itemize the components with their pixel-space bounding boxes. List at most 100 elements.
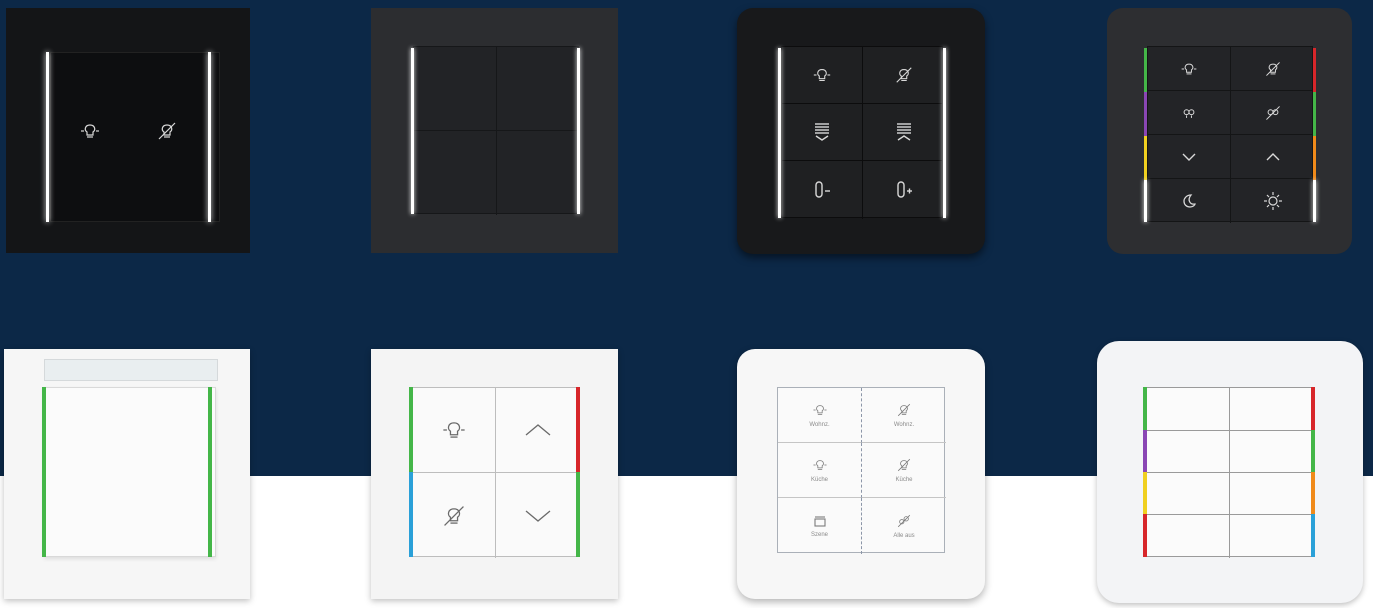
switch-white-6gang-labels[interactable]: Wohnz. Wohnz. Küche Küche Szene Alle aus <box>737 349 985 599</box>
led-strip-right-4 <box>1311 514 1315 557</box>
key-blind-up[interactable] <box>863 104 944 161</box>
rocker-grid <box>411 387 580 558</box>
key-up[interactable] <box>1231 135 1314 179</box>
blind-down-icon <box>812 121 832 143</box>
switch-dark-8gang-color[interactable] <box>1107 8 1352 254</box>
led-strip-right-2 <box>1311 430 1315 472</box>
key-lights-group-on[interactable] <box>1148 91 1231 135</box>
key-temp-minus[interactable] <box>782 161 863 219</box>
chevron-up-icon <box>1264 151 1282 163</box>
key-top-right[interactable] <box>497 47 580 131</box>
led-strip-left-1 <box>1143 387 1147 430</box>
key-r3-right[interactable] <box>1230 473 1314 515</box>
led-strip-right-1 <box>1311 387 1315 430</box>
led-strip-left-2 <box>1143 430 1147 472</box>
light-on-icon <box>812 402 828 418</box>
light-off-icon <box>1264 60 1282 78</box>
key-label: Wohnz. <box>809 422 830 428</box>
led-strip-left-4 <box>1144 180 1147 222</box>
light-off-icon <box>156 120 178 142</box>
light-off-icon <box>896 402 912 418</box>
light-off-icon <box>441 503 467 529</box>
lights-all-off-icon <box>896 513 912 529</box>
switch-black-6gang-icons[interactable] <box>737 8 985 254</box>
key-temp-plus[interactable] <box>863 161 944 219</box>
key-blind-down[interactable] <box>782 104 863 161</box>
led-strip-right <box>208 387 212 557</box>
key-kitchen-light-off[interactable]: Küche <box>862 443 946 498</box>
switch-white-4gang-icons[interactable] <box>371 349 618 599</box>
thermometer-minus-icon <box>811 179 833 201</box>
light-off-icon <box>896 457 912 473</box>
key-down[interactable] <box>1148 135 1231 179</box>
blind-up-icon <box>894 121 914 143</box>
rocker-grid <box>781 46 944 219</box>
clapperboard-icon <box>813 514 827 528</box>
switch-dark-4gang[interactable] <box>371 8 618 253</box>
key-lights-group-off[interactable] <box>1231 91 1314 135</box>
rocker-grid <box>1147 46 1314 223</box>
key-r2-left[interactable] <box>1146 431 1230 473</box>
rocker[interactable] <box>50 52 220 222</box>
key-living-light-on[interactable]: Wohnz. <box>778 388 862 443</box>
thermometer-plus-icon <box>893 179 915 201</box>
key-r3-left[interactable] <box>1146 473 1230 515</box>
switch-black-glass-1gang[interactable] <box>6 8 250 253</box>
key-down[interactable] <box>496 473 580 558</box>
light-on-icon <box>1180 60 1198 78</box>
led-strip-right <box>208 52 211 222</box>
key-light-off[interactable] <box>863 47 944 104</box>
led-strip-right-2 <box>576 472 580 557</box>
led-strip-left-3 <box>1143 472 1147 514</box>
key-label: Szene <box>810 532 828 538</box>
key-label: Küche <box>895 477 913 483</box>
led-strip-right-1 <box>1313 48 1316 92</box>
chevron-down-icon <box>524 508 552 524</box>
light-off-icon <box>894 65 914 85</box>
key-r4-right[interactable] <box>1230 515 1314 558</box>
key-up[interactable] <box>496 388 580 473</box>
rocker-grid <box>1145 387 1314 558</box>
led-strip-left <box>778 48 781 218</box>
key-light-on[interactable] <box>412 388 496 473</box>
sun-icon <box>1263 191 1283 211</box>
key-top-left[interactable] <box>414 47 497 131</box>
key-living-light-off[interactable]: Wohnz. <box>862 388 946 443</box>
key-label: Wohnz. <box>893 422 915 428</box>
key-all-off[interactable]: Alle aus <box>862 498 946 554</box>
key-night[interactable] <box>1148 179 1231 223</box>
led-strip-right-4 <box>1313 180 1316 222</box>
led-strip-left-2 <box>409 472 413 557</box>
key-light-off[interactable] <box>1231 47 1314 91</box>
key-kitchen-light-on[interactable]: Küche <box>778 443 862 498</box>
label-field <box>44 359 218 381</box>
led-strip-right-2 <box>1313 92 1316 136</box>
switch-white-8gang-color[interactable] <box>1097 341 1363 603</box>
rocker-grid: Wohnz. Wohnz. Küche Küche Szene Alle aus <box>777 387 946 554</box>
switch-white-1gang-label[interactable] <box>4 349 250 599</box>
led-strip-right-1 <box>576 387 580 472</box>
key-r4-left[interactable] <box>1146 515 1230 558</box>
chevron-up-icon <box>524 422 552 438</box>
led-strip-left <box>46 52 49 222</box>
led-strip-left <box>42 387 46 557</box>
led-strip-left-1 <box>1144 48 1147 92</box>
key-light-on[interactable] <box>1148 47 1231 91</box>
key-r1-right[interactable] <box>1230 388 1314 431</box>
key-bottom-left[interactable] <box>414 131 497 215</box>
led-strip-left-2 <box>1144 92 1147 136</box>
key-bottom-right[interactable] <box>497 131 580 215</box>
light-on-icon <box>79 120 101 142</box>
key-r2-right[interactable] <box>1230 431 1314 473</box>
led-strip-right <box>943 48 946 218</box>
rocker[interactable] <box>44 387 216 557</box>
key-day[interactable] <box>1231 179 1314 223</box>
key-light-off[interactable] <box>412 473 496 558</box>
lights-group-off-icon <box>1264 104 1282 122</box>
key-light-on[interactable] <box>782 47 863 104</box>
rocker-grid <box>413 46 580 215</box>
led-strip-left <box>411 48 414 214</box>
key-scene[interactable]: Szene <box>778 498 862 554</box>
led-strip-right <box>577 48 580 214</box>
key-r1-left[interactable] <box>1146 388 1230 431</box>
